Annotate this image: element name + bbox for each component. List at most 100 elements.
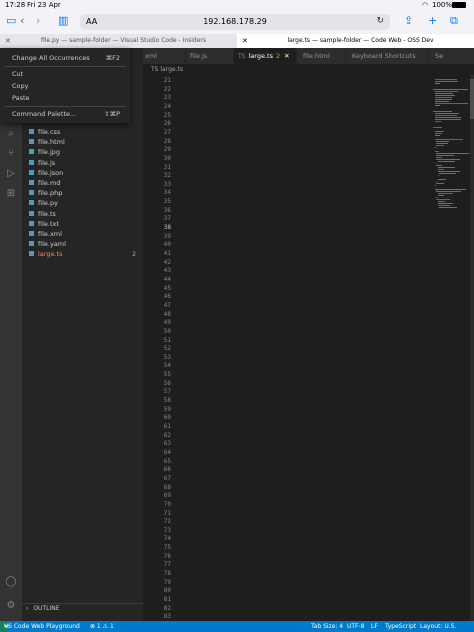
sidebar-toggle-icon[interactable]: ▭ [6, 14, 16, 27]
line-number: 52 [163, 345, 171, 353]
line-number: 51 [163, 336, 171, 344]
reload-icon[interactable]: ↻ [376, 16, 384, 26]
run-debug-icon[interactable]: ▷ [5, 168, 17, 180]
problem-count-badge: 2 [275, 52, 281, 60]
file-item[interactable]: file.json [29, 168, 64, 177]
vertical-scrollbar[interactable] [470, 75, 474, 621]
line-number: 48 [163, 310, 171, 318]
minimap-line [436, 165, 443, 166]
minimap-line [437, 205, 450, 206]
file-item[interactable]: file.ts [29, 210, 56, 218]
editor-tab-settings[interactable]: Se [429, 48, 474, 64]
editor-tab-keyboard-shortcuts[interactable]: Keyboard Shortcuts [346, 48, 429, 64]
status-date: Fri 23 Apr [27, 1, 61, 9]
minimap-line [433, 89, 468, 90]
file-item[interactable]: file.css [29, 128, 61, 136]
code-editor[interactable]: 21 22 23 24 25 26 27 28 29 30 31 32 33 34 35 36 37 38 39 40… [143, 75, 474, 621]
bookmarks-icon[interactable]: ▥ [58, 14, 68, 27]
minimap-line [436, 143, 449, 144]
line-number: 54 [163, 362, 171, 370]
minimap-line [436, 183, 444, 184]
minimap-line [433, 111, 453, 112]
line-number: 66 [163, 466, 171, 474]
problems-indicator[interactable]: ⊗ 1 ⚠ 1 [90, 621, 114, 632]
minimap-line [434, 135, 440, 136]
line-number: 40 [163, 241, 171, 249]
file-item[interactable]: large.ts [29, 250, 62, 258]
new-tab-icon[interactable]: + [428, 14, 437, 27]
file-icon [29, 139, 34, 145]
menu-item-paste[interactable]: Paste [12, 94, 30, 102]
close-tab-icon[interactable]: ✕ [5, 34, 11, 48]
editor-tab-file-html[interactable]: file.html [297, 48, 346, 64]
file-item[interactable]: file.yaml [29, 240, 66, 249]
file-item[interactable]: file.xml [29, 230, 62, 238]
file-name: file.txt [38, 219, 59, 228]
scrollbar-thumb[interactable] [470, 79, 474, 119]
context-menu: Change All Occurrences ⌘F2 Cut Copy Past… [0, 48, 130, 123]
back-icon[interactable]: ‹ [20, 14, 24, 27]
close-tab-icon[interactable]: ✕ [242, 34, 248, 48]
share-icon[interactable]: ⇪ [404, 14, 413, 27]
minimap-line [437, 201, 446, 202]
file-name: file.json [38, 168, 64, 177]
minimap[interactable] [431, 75, 471, 621]
line-number: 34 [163, 189, 171, 197]
file-item[interactable]: file.jpg [29, 148, 60, 156]
tab-overview-icon[interactable]: ⧉ [450, 14, 458, 28]
minimap-line [439, 173, 457, 174]
outline-section[interactable]: › OUTLINE [22, 603, 143, 614]
file-item[interactable]: file.php [29, 189, 62, 197]
line-number: 21 [163, 77, 171, 84]
line-number: 50 [163, 327, 171, 335]
source-control-icon[interactable]: ⑂ [5, 148, 17, 160]
line-number: 43 [163, 267, 171, 275]
minimap-line [436, 159, 460, 160]
tab-size-indicator[interactable]: Tab Size: 4 [311, 621, 343, 632]
encoding-indicator[interactable]: UTF-8 [347, 621, 365, 632]
gear-icon[interactable]: ⚙ [5, 600, 17, 612]
breadcrumb[interactable]: TS large.ts [143, 64, 474, 75]
editor-tab-large-ts[interactable]: TS large.ts 2 ✕ [234, 48, 297, 64]
keyboard-layout-indicator[interactable]: Layout: U.S. [420, 621, 456, 632]
file-icon [29, 210, 34, 216]
line-number: 59 [163, 405, 171, 413]
breadcrumb-text: TS large.ts [151, 66, 183, 73]
file-item[interactable]: file.js [29, 159, 55, 167]
safari-tab-vscode-insiders[interactable]: ✕ file.py — sample-folder — Visual Studi… [0, 34, 237, 48]
search-icon[interactable]: ⌕ [5, 128, 17, 140]
extensions-icon[interactable]: ⊞ [5, 188, 17, 200]
line-number: 81 [163, 596, 171, 603]
status-bar: ⇋ VS Code Web Playground ⊗ 1 ⚠ 1 Tab Siz… [0, 621, 474, 632]
close-icon[interactable]: ✕ [284, 52, 289, 60]
line-number: 23 [163, 94, 171, 102]
file-item[interactable]: file.txt [29, 219, 59, 228]
menu-item-copy[interactable]: Copy [12, 82, 29, 90]
file-icon [29, 129, 34, 134]
wifi-icon: ◠ [422, 1, 429, 9]
account-icon[interactable]: ◯ [5, 576, 17, 588]
ios-status-bar: 17:28 Fri 23 Apr ◠ 100% [0, 0, 474, 11]
line-number: 72 [163, 518, 171, 526]
file-item[interactable]: file.md [29, 179, 60, 187]
file-name: file.css [38, 128, 61, 136]
line-number: 83 [163, 613, 171, 621]
forward-icon[interactable]: › [36, 14, 40, 27]
eol-indicator[interactable]: LF [371, 621, 378, 632]
explorer-sidebar: file.css file.html file.jpg file.js file.jso… [22, 48, 143, 621]
editor-tab-file-js[interactable]: file.js [186, 48, 234, 64]
line-number: 75 [163, 544, 171, 552]
menu-item-command-palette[interactable]: Command Palette... [12, 110, 76, 118]
address-bar[interactable]: AA 192.168.178.29 ↻ [80, 14, 390, 30]
line-number: 62 [163, 431, 171, 439]
safari-tab-code-web[interactable]: ✕ large.ts — sample-folder — Code Web - … [237, 34, 474, 48]
file-item[interactable]: file.py [29, 199, 58, 207]
file-name: file.yaml [38, 240, 66, 249]
file-item[interactable]: file.html [29, 138, 65, 146]
language-indicator[interactable]: TypeScript [385, 621, 416, 632]
minimap-line [437, 167, 456, 168]
remote-indicator[interactable]: ⇋ VS Code Web Playground [0, 621, 80, 632]
menu-item-cut[interactable]: Cut [12, 70, 23, 78]
editor-tab-file-xml[interactable]: xml [143, 48, 186, 64]
menu-item-change-all-occurrences[interactable]: Change All Occurrences [12, 54, 90, 62]
